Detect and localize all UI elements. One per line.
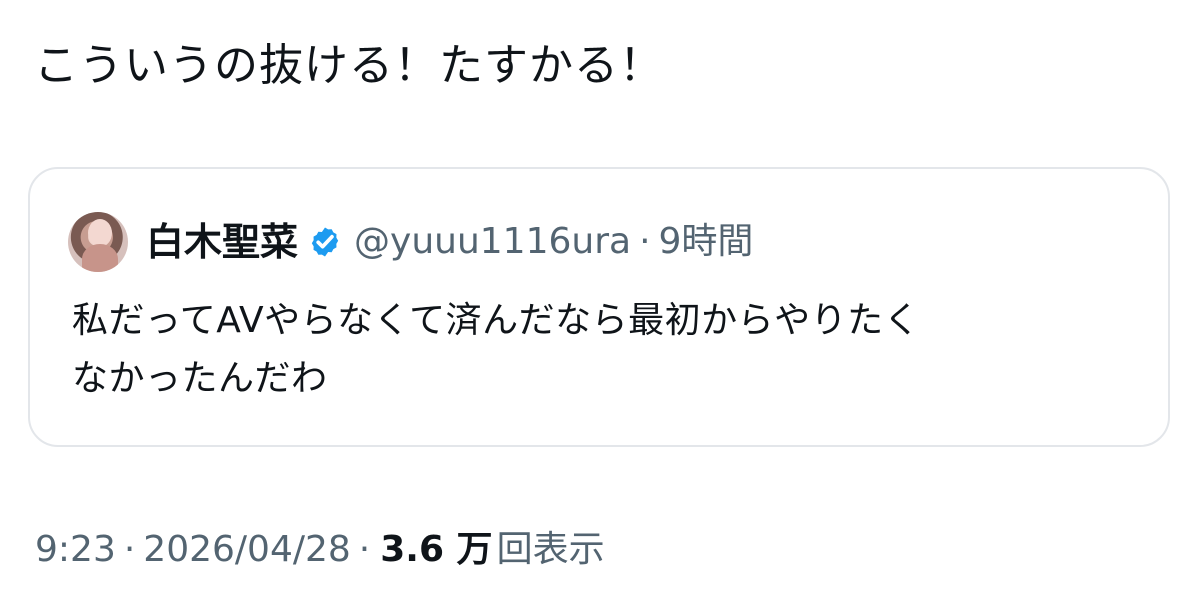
time-date-separator: · [123, 529, 136, 570]
post-metadata: 9:23 · 2026/04/28 · 3.6 万 回表示 [35, 526, 605, 574]
quoted-post-header: 白木聖菜 @yuuu1116ura · 9時間 [68, 212, 753, 272]
view-count[interactable]: 3.6 万 [380, 526, 492, 574]
post-time[interactable]: 9:23 [35, 526, 116, 574]
handle-age-separator: · [639, 221, 651, 262]
quoted-post-age[interactable]: 9時間 [659, 218, 754, 266]
quoted-post-text: 私だってAVやらなくて済んだなら最初からやりたく なかったんだわ [72, 300, 921, 399]
author-name[interactable]: 白木聖菜 [146, 218, 298, 266]
post-text: こういうの抜ける！たすかる！ [34, 40, 664, 91]
author-handle[interactable]: @yuuu1116ura [354, 218, 631, 266]
quoted-post-card[interactable]: 白木聖菜 @yuuu1116ura · 9時間 私だってAVやらなくて済んだなら… [28, 167, 1170, 447]
verified-badge-icon [311, 227, 339, 257]
post-date[interactable]: 2026/04/28 [143, 526, 351, 574]
date-views-separator: · [358, 529, 371, 570]
author-avatar[interactable] [68, 212, 128, 272]
view-label[interactable]: 回表示 [497, 526, 605, 574]
